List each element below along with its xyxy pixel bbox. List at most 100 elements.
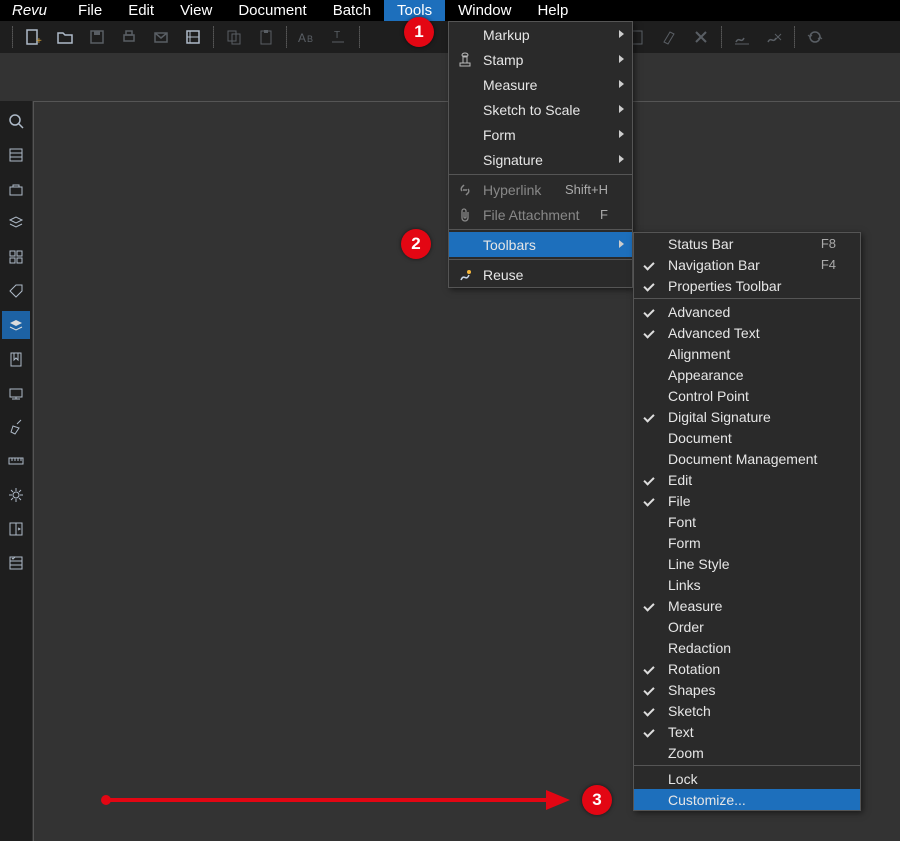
panel-icon[interactable]	[2, 515, 30, 543]
tools-menu-hyperlink[interactable]: HyperlinkShift+H	[449, 177, 632, 202]
toolbars-menu-document[interactable]: Document	[634, 427, 860, 448]
toolbar-separator	[286, 26, 287, 48]
menu-item-label: Toolbars	[483, 237, 536, 253]
close-icon[interactable]	[688, 24, 714, 50]
tools-menu-file-attachment[interactable]: File AttachmentF	[449, 202, 632, 227]
menu-item-label: Markup	[483, 27, 530, 43]
print-icon[interactable]	[116, 24, 142, 50]
menu-item-label: Shapes	[668, 682, 715, 698]
menu-item-label: Line Style	[668, 556, 729, 572]
menu-item-label: Order	[668, 619, 704, 635]
toolbars-menu-appearance[interactable]: Appearance	[634, 364, 860, 385]
menu-view[interactable]: View	[167, 0, 225, 21]
toolbars-menu-links[interactable]: Links	[634, 574, 860, 595]
tools-menu-toolbars[interactable]: Toolbars	[449, 232, 632, 257]
highlight-icon[interactable]	[656, 24, 682, 50]
menu-item-label: Form	[668, 535, 701, 551]
menu-help[interactable]: Help	[524, 0, 581, 21]
tools-menu-sketch-to-scale[interactable]: Sketch to Scale	[449, 97, 632, 122]
gear-icon[interactable]	[2, 481, 30, 509]
arrow-line	[106, 798, 548, 802]
check-icon	[643, 726, 657, 740]
tools-menu-form[interactable]: Form	[449, 122, 632, 147]
toolbars-menu-order[interactable]: Order	[634, 616, 860, 637]
menu-item-label: Redaction	[668, 640, 731, 656]
search-icon[interactable]	[2, 107, 30, 135]
toolbars-menu-navigation-bar[interactable]: Navigation BarF4	[634, 254, 860, 275]
toolbars-menu-font[interactable]: Font	[634, 511, 860, 532]
sets-icon[interactable]	[2, 209, 30, 237]
svg-text:B: B	[307, 34, 313, 44]
check-icon	[643, 411, 657, 425]
new-doc-icon[interactable]: +	[20, 24, 46, 50]
toolbars-menu-advanced[interactable]: Advanced	[634, 301, 860, 322]
menu-item-label: Alignment	[668, 346, 730, 362]
studio-icon[interactable]	[2, 379, 30, 407]
toolbars-menu-line-style[interactable]: Line Style	[634, 553, 860, 574]
chevron-right-icon	[619, 130, 624, 138]
toolbars-menu-text[interactable]: Text	[634, 721, 860, 742]
menu-window[interactable]: Window	[445, 0, 524, 21]
reuse-icon	[455, 265, 475, 285]
tools-menu-measure[interactable]: Measure	[449, 72, 632, 97]
toolbars-menu-rotation[interactable]: Rotation	[634, 658, 860, 679]
menu-item-label: Advanced Text	[668, 325, 760, 341]
check-icon	[643, 684, 657, 698]
toolbars-menu-lock[interactable]: Lock	[634, 768, 860, 789]
menu-item-label: Status Bar	[668, 236, 733, 252]
sign-erase-icon[interactable]	[761, 24, 787, 50]
toolbars-menu-shapes[interactable]: Shapes	[634, 679, 860, 700]
menu-revu[interactable]: Revu	[8, 0, 65, 21]
tools-menu-stamp[interactable]: Stamp	[449, 47, 632, 72]
toolbars-menu-properties-toolbar[interactable]: Properties Toolbar	[634, 275, 860, 296]
toolbars-menu-file[interactable]: File	[634, 490, 860, 511]
toolbars-menu-digital-signature[interactable]: Digital Signature	[634, 406, 860, 427]
link-icon	[455, 180, 475, 200]
toolbox-icon[interactable]	[2, 175, 30, 203]
toolbars-menu-document-management[interactable]: Document Management	[634, 448, 860, 469]
toolbar-separator	[721, 26, 722, 48]
tools-menu-reuse[interactable]: Reuse	[449, 262, 632, 287]
stack-icon[interactable]	[2, 549, 30, 577]
toolbars-menu-alignment[interactable]: Alignment	[634, 343, 860, 364]
ruler-icon[interactable]	[2, 447, 30, 475]
menu-batch[interactable]: Batch	[320, 0, 384, 21]
toolbars-menu-zoom[interactable]: Zoom	[634, 742, 860, 763]
check-icon	[643, 600, 657, 614]
textbox-icon[interactable]: T	[326, 24, 352, 50]
menu-document[interactable]: Document	[225, 0, 319, 21]
toolchest-icon[interactable]	[180, 24, 206, 50]
toolbars-menu-advanced-text[interactable]: Advanced Text	[634, 322, 860, 343]
layers-icon[interactable]	[2, 311, 30, 339]
toolbars-submenu: Status BarF8Navigation BarF4Properties T…	[633, 232, 861, 811]
tag-icon[interactable]	[2, 277, 30, 305]
toolbars-menu-form[interactable]: Form	[634, 532, 860, 553]
toolbars-menu-customize-[interactable]: Customize...	[634, 789, 860, 810]
signature-icon[interactable]	[729, 24, 755, 50]
grid-icon[interactable]	[2, 243, 30, 271]
tools-menu-markup[interactable]: Markup	[449, 22, 632, 47]
bookmark-icon[interactable]	[2, 345, 30, 373]
copy-icon[interactable]	[221, 24, 247, 50]
menu-edit[interactable]: Edit	[115, 0, 167, 21]
save-icon[interactable]	[84, 24, 110, 50]
menu-item-label: Edit	[668, 472, 692, 488]
toolbars-menu-edit[interactable]: Edit	[634, 469, 860, 490]
email-icon[interactable]	[148, 24, 174, 50]
callout-3: 3	[582, 785, 612, 815]
text-tool-icon[interactable]: AB	[294, 24, 320, 50]
toolbars-menu-measure[interactable]: Measure	[634, 595, 860, 616]
sync-icon[interactable]	[802, 24, 828, 50]
thumbnails-icon[interactable]	[2, 141, 30, 169]
toolbars-menu-redaction[interactable]: Redaction	[634, 637, 860, 658]
toolbars-menu-control-point[interactable]: Control Point	[634, 385, 860, 406]
chevron-right-icon	[619, 30, 624, 38]
paste-icon[interactable]	[253, 24, 279, 50]
pen-tool-icon[interactable]	[2, 413, 30, 441]
open-folder-icon[interactable]	[52, 24, 78, 50]
toolbars-menu-status-bar[interactable]: Status BarF8	[634, 233, 860, 254]
tools-menu-signature[interactable]: Signature	[449, 147, 632, 172]
toolbars-menu-sketch[interactable]: Sketch	[634, 700, 860, 721]
menu-file[interactable]: File	[65, 0, 115, 21]
clip-icon	[455, 205, 475, 225]
